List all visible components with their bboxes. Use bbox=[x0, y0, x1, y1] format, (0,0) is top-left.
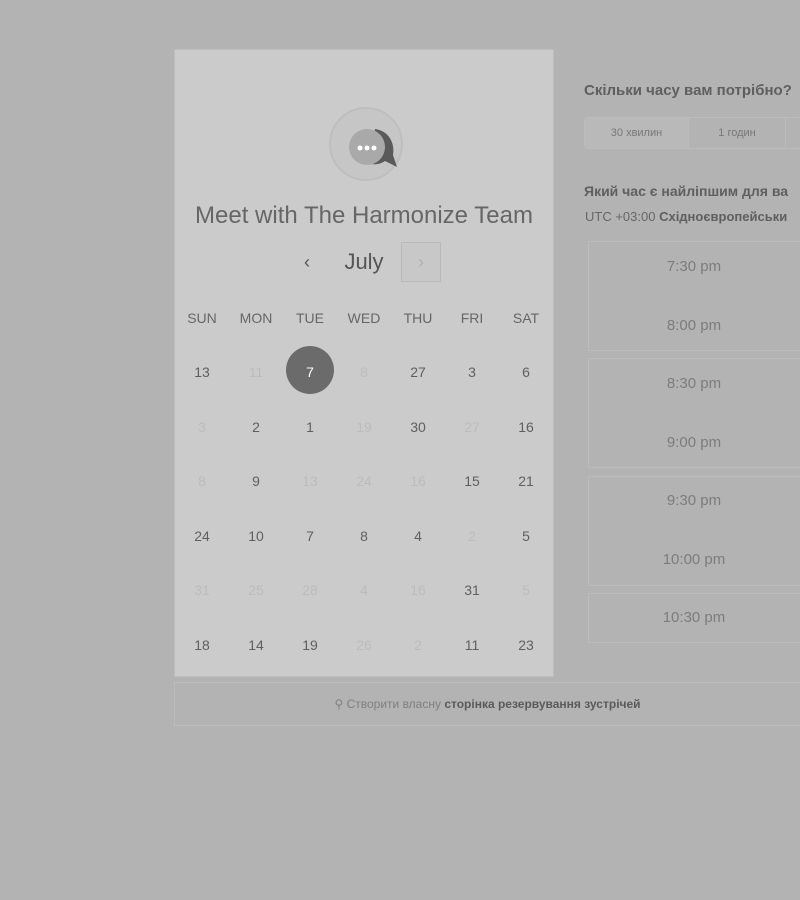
time-question: Який час є найліпшим для ва bbox=[584, 183, 789, 199]
calendar-day[interactable]: 18 bbox=[175, 635, 229, 655]
weekday-header: THU bbox=[403, 310, 433, 326]
calendar-day[interactable]: 11 bbox=[445, 635, 499, 655]
weekday-header: SUN bbox=[187, 310, 217, 326]
chat-bubble-icon bbox=[349, 129, 397, 167]
calendar-day[interactable]: 31 bbox=[445, 580, 499, 600]
calendar-day[interactable]: 10 bbox=[229, 526, 283, 546]
time-slot[interactable]: 8:30 pm bbox=[588, 374, 800, 394]
timezone-label[interactable]: UTC +03:00 Східноєвропейськи bbox=[585, 209, 787, 224]
timezone-name: Східноєвропейськи bbox=[659, 209, 788, 224]
calendar-day[interactable]: 23 bbox=[499, 635, 553, 655]
weekday-header: MON bbox=[239, 310, 273, 326]
calendar-day[interactable]: 6 bbox=[499, 362, 553, 382]
calendar-day: 2 bbox=[468, 528, 476, 544]
time-slot[interactable]: 8:00 pm bbox=[588, 316, 800, 336]
calendar-day: 16 bbox=[410, 582, 426, 598]
calendar-day: 11 bbox=[248, 364, 264, 380]
duration-question: Скільки часу вам потрібно? bbox=[584, 82, 792, 99]
footer-promo[interactable]: ⚲ Створити власну сторінка резервування … bbox=[174, 682, 800, 726]
footer-prefix: Створити власну bbox=[346, 697, 441, 711]
calendar-day[interactable]: 15 bbox=[445, 471, 499, 491]
calendar-day: 28 bbox=[302, 582, 318, 598]
weekday-header: FRI bbox=[460, 310, 484, 326]
calendar-card: Meet with The Harmonize Team ‹ July › SU… bbox=[174, 49, 554, 677]
calendar-day[interactable]: 7 bbox=[283, 526, 337, 546]
weekday-header: SAT bbox=[512, 310, 540, 326]
calendar-day[interactable]: 1 bbox=[283, 417, 337, 437]
footer-link[interactable]: сторінка резервування зустрічей bbox=[444, 697, 640, 711]
calendar-day[interactable]: 24 bbox=[175, 526, 229, 546]
time-slot[interactable]: 9:30 pm bbox=[588, 491, 800, 511]
calendar-day[interactable]: 8 bbox=[337, 526, 391, 546]
hubspot-sprocket-icon: ⚲ bbox=[334, 697, 344, 711]
calendar-day[interactable]: 9 bbox=[229, 471, 283, 491]
calendar-day[interactable]: 16 bbox=[499, 417, 553, 437]
duration-option-30[interactable]: 30 хвилин bbox=[585, 118, 689, 148]
calendar-day: 24 bbox=[356, 473, 372, 489]
calendar-day: 13 bbox=[302, 473, 318, 489]
calendar-day[interactable]: 3 bbox=[445, 362, 499, 382]
month-label: July bbox=[344, 249, 384, 274]
calendar-day: 4 bbox=[360, 582, 368, 598]
timezone-offset: UTC +03:00 bbox=[585, 209, 656, 224]
calendar-day: 5 bbox=[522, 582, 530, 598]
calendar-day: 16 bbox=[410, 473, 426, 489]
time-slot[interactable]: 7:30 pm bbox=[588, 257, 800, 277]
calendar-day: 26 bbox=[356, 637, 372, 653]
calendar-day: 19 bbox=[356, 419, 372, 435]
weekday-header: WED bbox=[347, 310, 381, 326]
duration-selector: 30 хвилин 1 годин bbox=[584, 117, 800, 149]
calendar-day[interactable]: 2 bbox=[229, 417, 283, 437]
calendar-day: 31 bbox=[194, 582, 210, 598]
calendar-day[interactable]: 21 bbox=[499, 471, 553, 491]
calendar-day[interactable]: 14 bbox=[229, 635, 283, 655]
calendar-day: 8 bbox=[360, 364, 368, 380]
prev-month-button[interactable]: ‹ bbox=[293, 248, 321, 276]
calendar-day: 27 bbox=[464, 419, 480, 435]
time-slot[interactable]: 9:00 pm bbox=[588, 433, 800, 453]
page-top-strip bbox=[0, 0, 800, 10]
calendar-title: Meet with The Harmonize Team bbox=[195, 202, 533, 229]
next-month-button[interactable]: › bbox=[401, 242, 441, 282]
calendar-day[interactable]: 30 bbox=[391, 417, 445, 437]
weekday-header: TUE bbox=[296, 310, 324, 326]
month-navigation: ‹ July › bbox=[175, 242, 553, 284]
calendar-day: 3 bbox=[198, 419, 206, 435]
calendar-day[interactable]: 5 bbox=[499, 526, 553, 546]
calendar-day[interactable]: 27 bbox=[391, 362, 445, 382]
calendar-day: 8 bbox=[198, 473, 206, 489]
calendar-day: 2 bbox=[414, 637, 422, 653]
time-slot[interactable]: 10:30 pm bbox=[588, 608, 800, 628]
calendar-day: 25 bbox=[248, 582, 264, 598]
time-slot[interactable]: 10:00 pm bbox=[588, 550, 800, 570]
calendar-day[interactable]: 4 bbox=[391, 526, 445, 546]
calendar-day-selected[interactable]: 7 bbox=[283, 362, 337, 382]
calendar-day[interactable]: 19 bbox=[283, 635, 337, 655]
company-logo bbox=[329, 107, 403, 181]
duration-option-60[interactable]: 1 годин bbox=[689, 118, 786, 148]
calendar-day[interactable]: 13 bbox=[175, 362, 229, 382]
